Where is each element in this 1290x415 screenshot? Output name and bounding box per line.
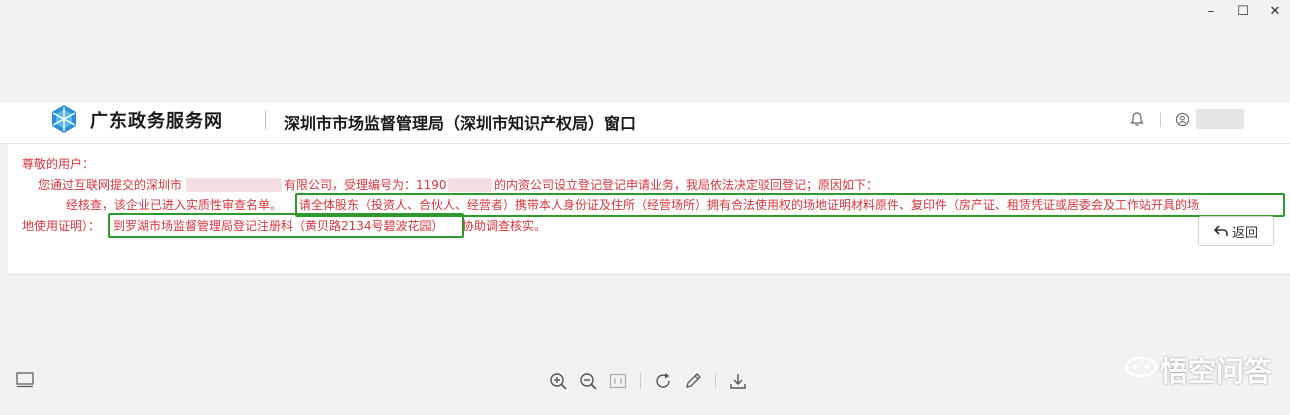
- watermark-text: 悟空问答: [1160, 355, 1273, 388]
- header-divider: [265, 111, 266, 129]
- close-button[interactable]: ✕: [1268, 4, 1282, 19]
- watermark-logo-icon: [1124, 356, 1158, 378]
- message-line3-c: 协助调查核实。: [462, 219, 547, 233]
- toolbar-divider-2: [715, 373, 716, 389]
- toolbar-divider: [640, 373, 641, 389]
- message-line2-a: 经核查，该企业已进入实质性审查名单。: [66, 198, 283, 212]
- header-divider-right: [1160, 112, 1161, 127]
- message-line1-a: 您通过互联网提交的深圳市: [38, 178, 183, 192]
- sidebar-toggle-icon[interactable]: [16, 372, 34, 388]
- edit-button[interactable]: [683, 371, 703, 391]
- actual-size-button[interactable]: [608, 371, 628, 391]
- message-line2-b: 请全体股东（投资人、合伙人、经营者）携带本人身份证及住所（经营场所）拥有合法使用…: [299, 198, 1200, 212]
- message-line1-b: 有限公司，受理编号为：1190: [284, 178, 447, 192]
- message-line3-b: 到罗湖市场监督管理局登记注册科（黄贝路2134号碧波花园）: [113, 219, 444, 233]
- user-name-redacted: [1196, 109, 1244, 129]
- office-title: 深圳市市场监督管理局（深圳市知识产权局）窗口: [284, 114, 637, 133]
- portal-header: 广东政务服务网 深圳市市场监督管理局（深圳市知识产权局）窗口: [0, 103, 1290, 144]
- rotate-icon: [656, 373, 670, 388]
- pencil-icon: [686, 373, 701, 388]
- rotate-button[interactable]: [653, 371, 673, 391]
- download-button[interactable]: [728, 371, 748, 391]
- zoom-out-icon: [580, 373, 597, 390]
- portal-brand: 广东政务服务网: [90, 111, 223, 132]
- message-line3-a: 地使用证明）：: [22, 219, 101, 233]
- zoom-in-button[interactable]: [548, 371, 568, 391]
- back-button-label: 返回: [1231, 225, 1258, 241]
- application-number-redacted: [448, 178, 492, 192]
- minimize-button[interactable]: –: [1204, 4, 1218, 19]
- user-icon[interactable]: [1175, 112, 1190, 127]
- zoom-in-icon: [550, 373, 567, 390]
- portal-logo-icon: [52, 105, 76, 133]
- message-line1-c: 的内资公司设立登记登记申请业务，我局依法决定驳回登记；原因如下：: [494, 178, 879, 192]
- maximize-button[interactable]: ☐: [1236, 4, 1250, 19]
- zoom-out-button[interactable]: [578, 371, 598, 391]
- message-greeting: 尊敬的用户：: [22, 157, 95, 171]
- download-icon: [730, 374, 746, 389]
- actual-size-icon: [609, 373, 627, 389]
- bell-icon[interactable]: [1129, 111, 1145, 127]
- back-arrow-icon: [1213, 225, 1228, 236]
- window-controls: – ☐ ✕: [1204, 4, 1282, 19]
- company-name-redacted: [186, 178, 282, 192]
- viewer-toolbar: [548, 371, 748, 391]
- back-button[interactable]: 返回: [1198, 216, 1274, 246]
